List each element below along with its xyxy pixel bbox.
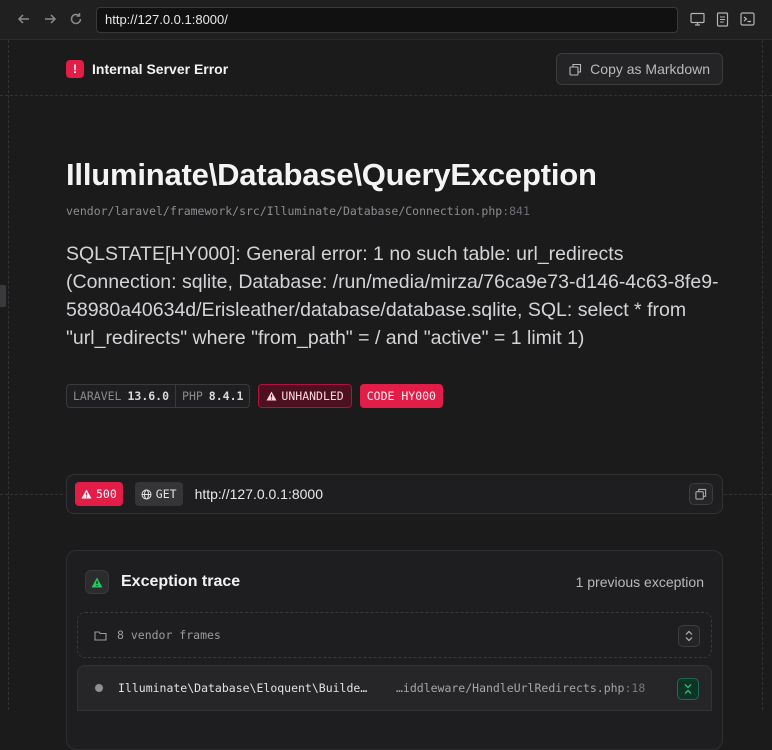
globe-icon: [141, 489, 152, 499]
warning-icon: [85, 570, 109, 594]
copy-markdown-label: Copy as Markdown: [590, 61, 710, 77]
laravel-version-value: 13.6.0: [127, 389, 170, 403]
request-bar: 500 GET http://127.0.0.1:8000: [66, 474, 723, 514]
address-bar[interactable]: http://127.0.0.1:8000/: [96, 7, 678, 33]
method-badge: GET: [134, 482, 183, 506]
copy-markdown-button[interactable]: Copy as Markdown: [556, 53, 723, 85]
frame-bullet: [95, 684, 103, 692]
status-code: 500: [96, 487, 117, 501]
php-label: PHP: [182, 389, 203, 403]
request-url: http://127.0.0.1:8000: [194, 486, 324, 502]
collapse-frame-button[interactable]: [677, 678, 699, 700]
copy-icon: [695, 488, 707, 500]
chevron-up-down-icon: [685, 630, 693, 642]
frame-line: :18: [624, 681, 646, 695]
trace-title: Exception trace: [121, 573, 241, 590]
frame-divider: [8, 40, 9, 710]
vendor-frames-row[interactable]: 8 vendor frames: [77, 612, 712, 658]
status-badge: 500: [75, 482, 123, 506]
warning-icon: [81, 489, 92, 499]
folder-icon: [94, 630, 107, 641]
back-icon[interactable]: [14, 9, 34, 29]
error-title: Internal Server Error: [92, 61, 229, 77]
reader-icon[interactable]: [713, 10, 731, 28]
console-icon[interactable]: [738, 10, 756, 28]
unhandled-label: UNHANDLED: [281, 389, 344, 403]
chevron-collapse-icon: [684, 684, 692, 694]
browser-toolbar: http://127.0.0.1:8000/: [0, 0, 772, 40]
unhandled-badge: UNHANDLED: [258, 384, 352, 408]
sidebar-handle[interactable]: [0, 285, 6, 307]
alert-icon: !: [66, 60, 84, 78]
frame-class: Illuminate\Database\Eloquent\Builde…: [118, 681, 368, 695]
trace-header: Exception trace: [85, 570, 240, 594]
frame-file: …iddleware/HandleUrlRedirects.php:18: [396, 681, 645, 695]
error-heading: ! Internal Server Error: [66, 60, 228, 78]
forward-icon[interactable]: [40, 9, 60, 29]
error-page: ! Internal Server Error Copy as Markdown…: [0, 40, 772, 750]
reload-icon[interactable]: [66, 9, 86, 29]
php-version-value: 8.4.1: [208, 389, 244, 403]
file-line: :841: [502, 204, 530, 218]
copy-icon: [569, 63, 582, 76]
php-version: PHP 8.4.1: [175, 385, 249, 407]
page-header: ! Internal Server Error Copy as Markdown: [66, 53, 723, 85]
exception-file: vendor/laravel/framework/src/Illuminate/…: [66, 204, 530, 218]
previous-exception-link[interactable]: 1 previous exception: [576, 574, 704, 590]
laravel-version: LARAVEL 13.6.0: [67, 385, 175, 407]
badge-row: LARAVEL 13.6.0 PHP 8.4.1 UNHANDLED CODE …: [66, 384, 443, 408]
version-badge: LARAVEL 13.6.0 PHP 8.4.1: [66, 384, 251, 408]
expand-vendor-frames-button[interactable]: [678, 625, 700, 647]
error-code-badge: CODE HY000: [359, 384, 443, 408]
file-path-text: vendor/laravel/framework/src/Illuminate/…: [66, 204, 503, 218]
warning-icon: [266, 391, 277, 401]
exception-message: SQLSTATE[HY000]: General error: 1 no suc…: [66, 243, 719, 349]
request-method: GET: [155, 487, 177, 501]
copy-url-button[interactable]: [689, 483, 713, 505]
laravel-label: LARAVEL: [73, 389, 122, 403]
header-divider: [0, 95, 772, 96]
frame-divider: [762, 40, 763, 710]
trace-frame[interactable]: Illuminate\Database\Eloquent\Builde… …id…: [77, 665, 712, 711]
exception-class: Illuminate\Database\QueryException: [66, 157, 597, 192]
cast-icon[interactable]: [688, 10, 706, 28]
exception-trace-panel: Exception trace 1 previous exception 8 v…: [66, 550, 723, 750]
vendor-frames-label: 8 vendor frames: [117, 628, 221, 642]
frame-file-path: …iddleware/HandleUrlRedirects.php: [396, 681, 625, 695]
